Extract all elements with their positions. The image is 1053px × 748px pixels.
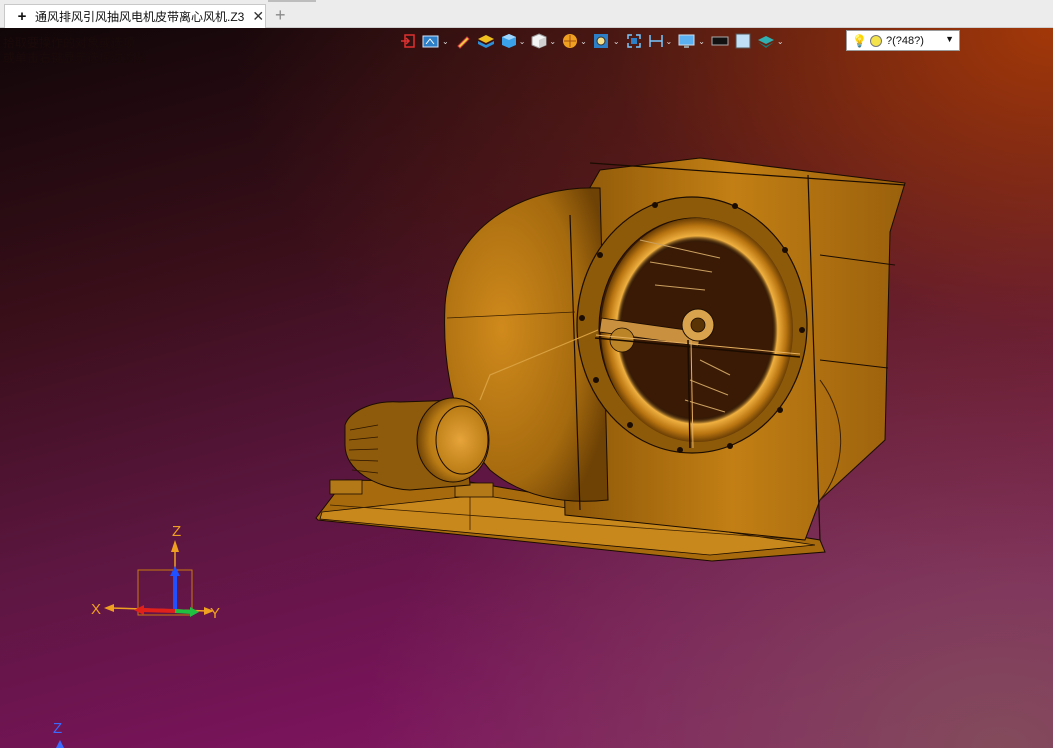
secondary-axis-triad: Z <box>53 720 64 748</box>
modified-marker: + <box>17 8 27 25</box>
dropdown-arrow-icon: ▼ <box>945 34 954 44</box>
zoom-icon <box>593 34 608 48</box>
fan-inlet <box>576 196 808 454</box>
y-axis-label: Y <box>210 605 220 622</box>
x-axis-label: X <box>91 601 101 618</box>
exit-sketch-icon <box>401 34 415 48</box>
chevron-down-icon: ⌄ <box>518 36 526 46</box>
lighting-select[interactable]: 💡 ?(?48?) ▼ <box>846 30 960 51</box>
pencil-icon <box>456 36 470 49</box>
lamp-icon <box>869 34 882 47</box>
document-tab-title: 通风排风引风抽风电机皮带离心风机.Z3 <box>35 10 245 24</box>
document-tab[interactable]: + 通风排风引风抽风电机皮带离心风机.Z3 ✕ <box>4 4 266 28</box>
chevron-down-icon: ⌄ <box>580 36 587 46</box>
section-icon <box>757 36 774 48</box>
tab-divider <box>268 0 316 2</box>
exit-sketch-button[interactable] <box>400 33 416 49</box>
chevron-down-icon: ⌄ <box>549 36 557 46</box>
chevron-down-icon: ⌄ <box>698 36 705 46</box>
z-axis-label: Z <box>172 523 181 540</box>
bulb-icon: 💡 <box>852 33 867 48</box>
zoom-fit-button[interactable] <box>626 33 642 49</box>
measure-icon <box>648 35 663 47</box>
layer-button[interactable] <box>477 33 495 49</box>
tab-bar: + 通风排风引风抽风电机皮带离心风机.Z3 ✕ + <box>0 0 1053 28</box>
cube-icon <box>501 34 516 48</box>
new-tab-button[interactable]: + <box>275 5 286 26</box>
measure-button[interactable]: ⌄ <box>648 33 673 49</box>
background-button[interactable] <box>735 33 751 49</box>
fan-model[interactable] <box>0 28 1053 748</box>
pencil-button[interactable] <box>455 33 471 49</box>
view-toolbar: ⌄ ⌄ ⌄ ⌄ ⌄ ⌄ ⌄ ⌄ <box>400 30 790 52</box>
chevron-down-icon: ⌄ <box>612 36 620 46</box>
chevron-down-icon: ⌄ <box>665 36 673 46</box>
z-axis-arrow <box>171 540 179 552</box>
render-style-button[interactable]: ⌄ <box>562 33 587 49</box>
black-rect-icon <box>711 36 729 46</box>
close-tab-icon[interactable]: ✕ <box>252 8 264 25</box>
cube-view-button[interactable]: ⌄ <box>501 33 526 49</box>
viewport-hint-2: 或单击右键显示选择过滤器 <box>3 51 148 65</box>
lighting-value: ?(?48?) <box>885 34 924 47</box>
secondary-z-label: Z <box>53 720 62 737</box>
white-cube-icon <box>531 33 547 49</box>
chevron-down-icon: ⌄ <box>776 36 784 46</box>
3d-viewport[interactable]: 拾取要操作的对象或选项 或单击右键显示选择过滤器 ⌄ ⌄ ⌄ ⌄ ⌄ ⌄ ⌄ ⌄… <box>0 28 1053 748</box>
display-settings-button[interactable]: ⌄ <box>678 33 705 49</box>
monitor-icon <box>678 34 695 48</box>
axis-triad: Z X Y <box>91 523 220 622</box>
chevron-down-icon: ⌄ <box>442 36 449 46</box>
display-mode-button[interactable]: ⌄ <box>422 33 449 49</box>
render-style-icon <box>563 34 578 48</box>
layer-icon <box>477 35 494 48</box>
white-cube-button[interactable]: ⌄ <box>531 33 556 49</box>
background-icon <box>735 33 751 49</box>
fit-icon <box>626 34 641 48</box>
display-mode-icon <box>422 35 439 48</box>
black-background-button[interactable] <box>711 33 729 49</box>
x-axis-arrow <box>104 604 114 612</box>
zoom-button[interactable]: ⌄ <box>593 33 620 49</box>
section-button[interactable]: ⌄ <box>757 33 784 49</box>
